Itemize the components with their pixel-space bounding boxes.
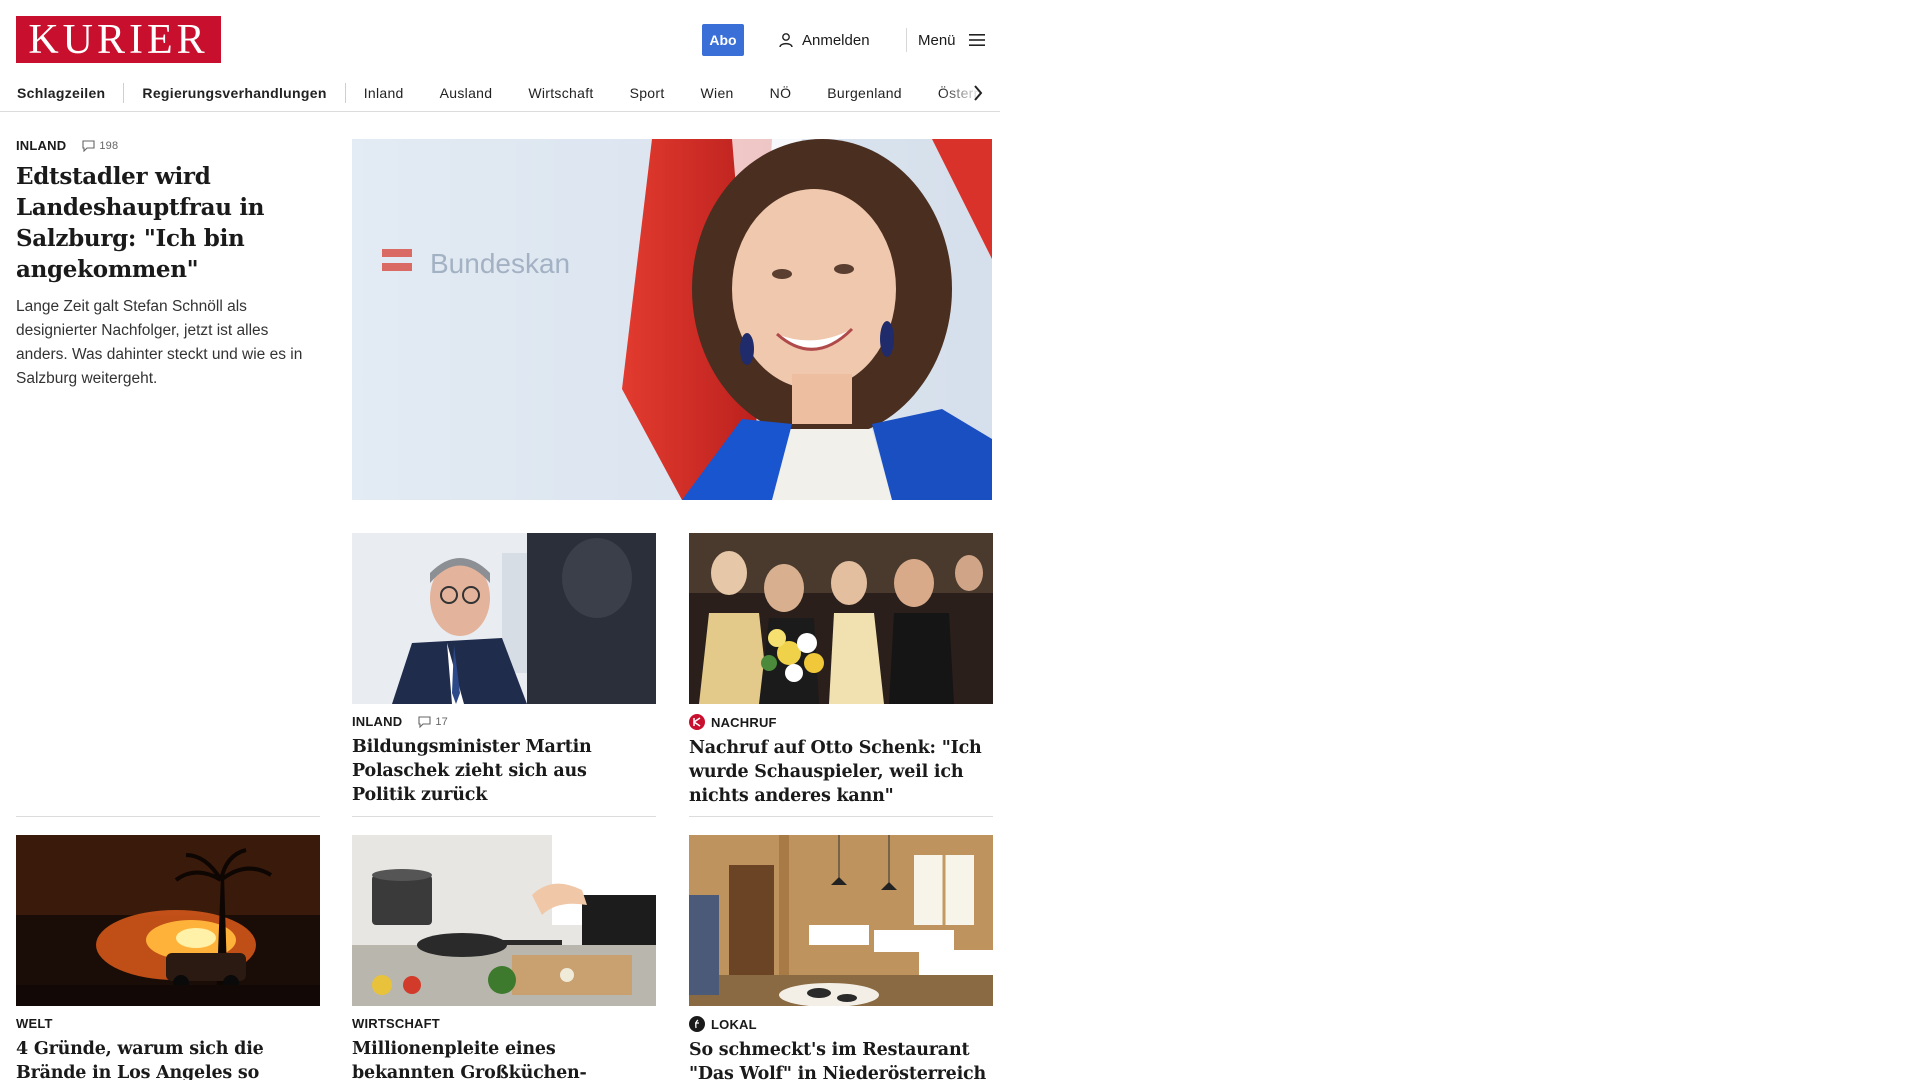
comment-icon	[82, 139, 95, 152]
nav-item-wien[interactable]: Wien	[683, 85, 752, 101]
lead-category: INLAND	[16, 138, 67, 153]
card-comments: 17	[435, 715, 448, 728]
nav-item-schlagzeilen[interactable]: Schlagzeilen	[0, 85, 123, 101]
card-kicker: NACHRUF	[689, 714, 991, 730]
card-image-restaurant[interactable]	[689, 835, 993, 1006]
card-image-la-fires-illustration	[16, 835, 320, 1006]
card-headline[interactable]: Bildungsminister Martin Polaschek zieht …	[352, 735, 654, 807]
card-kicker: WIRTSCHAFT	[352, 1016, 654, 1031]
abo-button[interactable]: Abo	[702, 24, 744, 56]
nav-item-sport[interactable]: Sport	[612, 85, 683, 101]
lead-kicker: INLAND 198	[16, 138, 322, 153]
divider	[352, 816, 656, 817]
page: KURIER Abo Anmelden Menü Schlagzeilen Re…	[0, 0, 1000, 1080]
nav-item-ausland[interactable]: Ausland	[422, 85, 511, 101]
comment-icon	[418, 715, 431, 728]
card-headline[interactable]: Millionenpleite eines bekannten Großküch…	[352, 1037, 654, 1080]
nav-item-noe[interactable]: NÖ	[752, 85, 810, 101]
divider	[16, 816, 320, 817]
card-kicker: LOKAL	[689, 1016, 991, 1032]
card-kicker: WELT	[16, 1016, 318, 1031]
article-card-polaschek[interactable]: INLAND 17 Bildungsminister Martin Polasc…	[352, 704, 654, 807]
card-image-schenk-illustration	[689, 533, 993, 704]
article-card-la-fires[interactable]: WELT 4 Gründe, warum sich die Brände in …	[16, 1006, 318, 1080]
lokal-icon	[689, 1016, 705, 1032]
nav-scroll-right-button[interactable]	[968, 83, 988, 103]
lead-image[interactable]: Bundeskan	[352, 139, 992, 500]
card-headline[interactable]: 4 Gründe, warum sich die Brände in Los A…	[16, 1037, 318, 1080]
article-card-restaurant[interactable]: LOKAL So schmeckt's im Restaurant "Das W…	[689, 1006, 991, 1080]
lead-comments: 198	[99, 139, 119, 152]
card-comment-count[interactable]: 17	[418, 716, 448, 728]
nav-item-burgenland[interactable]: Burgenland	[809, 85, 920, 101]
divider	[689, 816, 993, 817]
card-image-restaurant-illustration	[689, 835, 993, 1006]
card-image-schenk[interactable]	[689, 533, 993, 704]
nav-item-regierungsverhandlungen[interactable]: Regierungsverhandlungen	[124, 85, 344, 101]
user-icon	[779, 33, 793, 48]
card-image-polaschek[interactable]	[352, 533, 656, 704]
hamburger-icon	[968, 34, 985, 46]
lead-article[interactable]: INLAND 198 Edtstadler wird Landeshauptfr…	[16, 138, 322, 391]
lead-teaser: Lange Zeit galt Stefan Schnöll als desig…	[16, 298, 303, 387]
lead-headline[interactable]: Edtstadler wird Landeshauptfrau in Salzb…	[16, 161, 322, 285]
article-card-schenk[interactable]: NACHRUF Nachruf auf Otto Schenk: "Ich wu…	[689, 704, 991, 808]
nav-item-wirtschaft[interactable]: Wirtschaft	[510, 85, 611, 101]
card-category: INLAND	[352, 714, 403, 729]
card-image-kitchen-illustration	[352, 835, 656, 1006]
chevron-right-icon	[974, 85, 983, 101]
card-image-la-fires[interactable]	[16, 835, 320, 1006]
card-headline[interactable]: So schmeckt's im Restaurant "Das Wolf" i…	[689, 1038, 991, 1080]
card-image-polaschek-illustration	[352, 533, 656, 704]
nav-list: Schlagzeilen Regierungsverhandlungen Inl…	[0, 76, 1000, 110]
card-image-kitchen[interactable]	[352, 835, 656, 1006]
lead-image-sign-text: Bundeskan	[430, 248, 570, 279]
card-category: WELT	[16, 1016, 53, 1031]
lead-image-illustration: Bundeskan	[352, 139, 992, 500]
card-category: LOKAL	[711, 1016, 757, 1032]
login-label: Anmelden	[802, 31, 870, 49]
card-category: NACHRUF	[711, 714, 777, 730]
section-nav: Schlagzeilen Regierungsverhandlungen Inl…	[0, 76, 1000, 112]
kurier-logo[interactable]: KURIER	[16, 16, 221, 63]
kurier-plus-icon	[689, 714, 705, 730]
header-divider	[906, 28, 907, 52]
login-button[interactable]: Anmelden	[778, 28, 870, 52]
card-category: WIRTSCHAFT	[352, 1016, 440, 1031]
card-kicker: INLAND 17	[352, 714, 654, 729]
nav-item-inland[interactable]: Inland	[346, 85, 422, 101]
lead-comment-count[interactable]: 198	[82, 140, 118, 152]
menu-label: Menü	[918, 31, 956, 49]
card-headline[interactable]: Nachruf auf Otto Schenk: "Ich wurde Scha…	[689, 736, 991, 808]
menu-button[interactable]: Menü	[918, 28, 986, 52]
article-card-kitchen[interactable]: WIRTSCHAFT Millionenpleite eines bekannt…	[352, 1006, 654, 1080]
site-header: KURIER Abo Anmelden Menü	[0, 0, 1000, 80]
